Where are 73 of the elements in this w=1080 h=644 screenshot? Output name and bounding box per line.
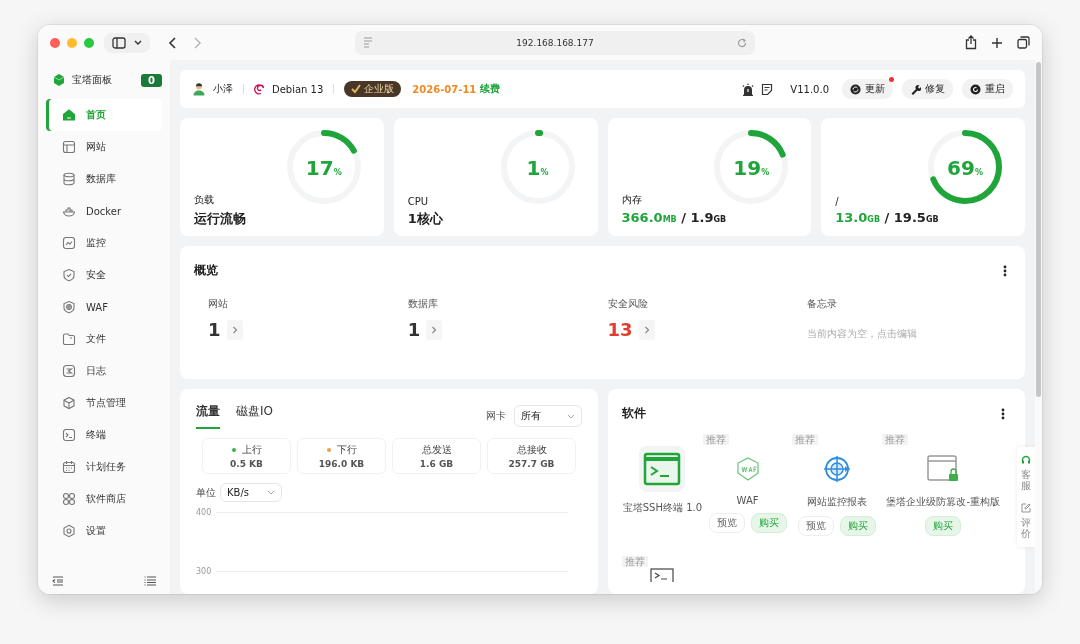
sidebar-item[interactable]: 节点管理 <box>46 387 162 419</box>
unit-select[interactable]: KB/s <box>220 483 282 502</box>
recommended-tag: 推荐 <box>622 556 648 567</box>
overview-count[interactable]: 1 <box>208 319 221 340</box>
usage-value: 13.0GB / 19.5GB <box>835 210 940 225</box>
recommended-tag: 推荐 <box>702 434 729 445</box>
chart-tab[interactable]: 流量 <box>196 403 220 429</box>
stat-label: 总接收 <box>516 443 547 457</box>
address-bar[interactable]: 192.168.168.177 <box>355 30 755 55</box>
software-name[interactable]: 网站监控报表 <box>806 495 867 509</box>
gauge-percent: 19% <box>732 156 771 180</box>
preview-button[interactable]: 预览 <box>708 513 745 533</box>
overview-count[interactable]: 13 <box>607 319 633 340</box>
software-name[interactable]: WAF <box>736 495 759 506</box>
sidebar-item[interactable]: 设置 <box>46 515 162 547</box>
axis-label: 400 <box>196 508 212 517</box>
header-button[interactable]: 重启 <box>962 79 1013 99</box>
overview-label: 网站 <box>208 297 229 311</box>
nic-select[interactable]: 所有 <box>514 405 582 427</box>
gauge-percent: 1% <box>525 156 550 180</box>
recommended-tag: 推荐 <box>792 434 819 445</box>
overview-count[interactable]: 1 <box>407 319 421 340</box>
stat-label: / <box>835 196 840 207</box>
sidebar-item[interactable]: 网站 <box>46 131 162 163</box>
unit-label: 单位 <box>196 485 216 500</box>
usage-value: 366.0MB / 1.9GB <box>621 210 728 225</box>
header-button[interactable]: 更新 <box>842 79 893 99</box>
stat-label: CPU <box>407 196 430 207</box>
stat-value: 196.0 KB <box>318 459 365 469</box>
gauge-percent: 17% <box>304 156 343 180</box>
sidebar-item[interactable]: 数据库 <box>46 163 162 195</box>
stat-label: 下行 <box>336 443 357 457</box>
sidebar-item[interactable]: 终端 <box>46 419 162 451</box>
sidebar-item[interactable]: 日志 <box>46 355 162 387</box>
overview-label: 数据库 <box>407 297 439 311</box>
floating-tab[interactable]: 客服 <box>1021 469 1031 491</box>
sidebar-item[interactable]: 软件商店 <box>46 483 162 515</box>
stat-label: 总发送 <box>421 443 452 457</box>
os-version: Debian 13 <box>272 83 324 95</box>
preview-button[interactable]: 预览 <box>797 516 834 536</box>
edition-badge[interactable]: 企业版 <box>344 81 402 97</box>
stat-label: 上行 <box>241 443 262 457</box>
gauge-percent: 69% <box>946 156 984 180</box>
sidebar-item[interactable]: 安全 <box>46 259 162 291</box>
software-name[interactable]: 堡塔企业级防篡改-重构版 <box>886 495 1001 509</box>
stat-value: 257.7 GB <box>508 459 555 469</box>
chart-tab[interactable]: 磁盘IO <box>236 403 273 429</box>
overview-label: 安全风险 <box>607 297 649 311</box>
stat-value: 1.6 GB <box>419 459 454 469</box>
axis-label: 300 <box>196 567 212 576</box>
version-label: V11.0.0 <box>790 83 829 95</box>
floating-tab[interactable]: 评价 <box>1021 517 1031 539</box>
sidebar-item[interactable]: Docker <box>46 195 162 227</box>
stat-value: 运行流畅 <box>194 210 247 228</box>
stat-label: 负载 <box>194 193 215 207</box>
overview-label: 备忘录 <box>807 297 839 311</box>
card-title: 概览 <box>194 262 218 279</box>
sidebar-item[interactable]: WAF <box>46 291 162 323</box>
recommended-tag: 推荐 <box>881 434 908 445</box>
message-count-badge[interactable]: 0 <box>141 73 162 87</box>
software-name[interactable]: 宝塔SSH终端 1.0 <box>622 501 703 515</box>
stat-value: 1核心 <box>407 210 444 228</box>
user-name[interactable]: 小泽 <box>213 82 233 96</box>
expiry-date: 2026-07-11 <box>412 83 477 95</box>
sidebar-item[interactable]: 监控 <box>46 227 162 259</box>
card-title: 软件 <box>622 405 646 422</box>
stat-label: 内存 <box>621 193 643 207</box>
header-button[interactable]: 修复 <box>902 79 953 99</box>
nic-label: 网卡 <box>486 409 506 423</box>
brand-name: 宝塔面板 <box>72 73 113 87</box>
sidebar-item[interactable]: 计划任务 <box>46 451 162 483</box>
stat-value: 0.5 KB <box>230 459 263 469</box>
sidebar-item[interactable]: 文件 <box>46 323 162 355</box>
